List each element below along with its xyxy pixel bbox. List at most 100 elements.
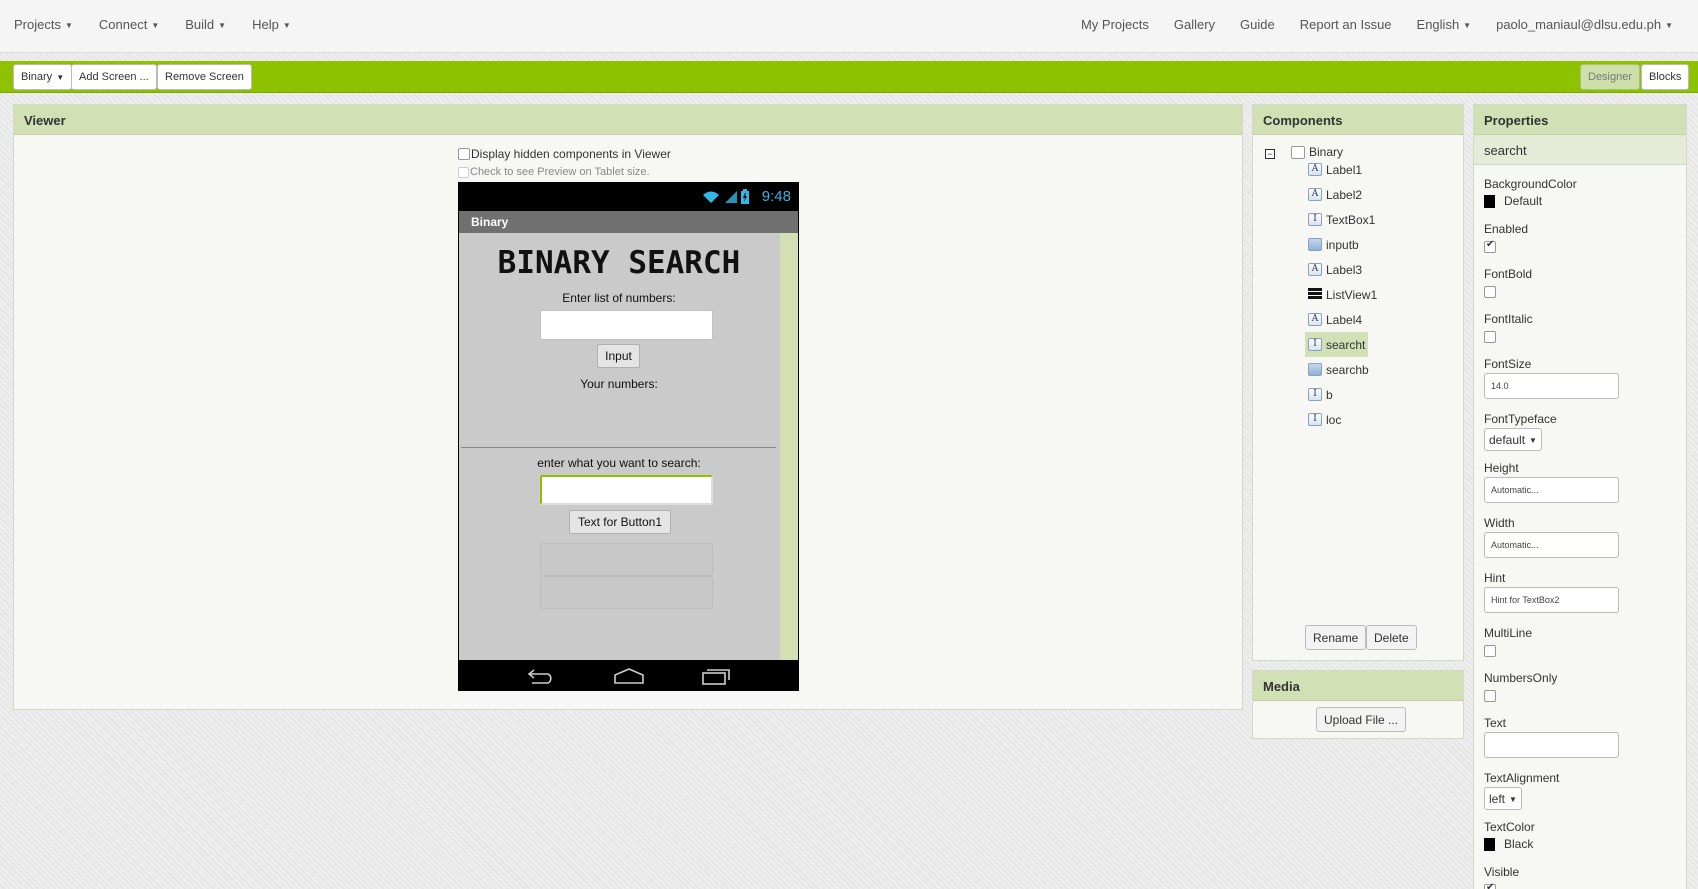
prop-fontsize-label: FontSize <box>1484 357 1532 371</box>
prop-fonttypeface-text: default <box>1489 433 1526 447</box>
add-screen-button[interactable]: Add Screen ... <box>71 64 157 90</box>
textbox-icon: I <box>1308 388 1322 401</box>
collapse-icon[interactable]: − <box>1265 149 1275 159</box>
designer-button[interactable]: Designer <box>1580 64 1641 90</box>
tree-item-label4[interactable]: A Label4 <box>1305 307 1365 332</box>
prop-backgroundcolor-text: Default <box>1504 194 1543 208</box>
tree-item-label2[interactable]: A Label2 <box>1305 182 1365 207</box>
label-icon: A <box>1308 313 1322 326</box>
home-icon <box>614 668 644 684</box>
enter-list-label[interactable]: Enter list of numbers: <box>459 291 779 305</box>
prop-fontitalic-checkbox[interactable] <box>1484 331 1496 343</box>
gallery-link[interactable]: Gallery <box>1174 17 1215 32</box>
tree-item-label: searchb <box>1326 362 1369 377</box>
prop-width-input[interactable]: Automatic... <box>1484 532 1619 558</box>
button-icon <box>1308 238 1322 251</box>
phone-clock: 9:48 <box>761 188 791 205</box>
tablet-preview-checkbox[interactable] <box>458 166 469 178</box>
phone-nav-bar <box>458 660 799 691</box>
prop-visible-label: Visible <box>1484 865 1520 879</box>
tree-item-searcht[interactable]: Isearcht <box>1305 332 1369 357</box>
user-email: paolo_maniaul@dlsu.edu.ph <box>1496 17 1662 32</box>
hidden-textbox-b[interactable] <box>540 543 713 576</box>
tree-item-loc[interactable]: Iloc <box>1305 407 1344 432</box>
prop-fontsize-input[interactable]: 14.0 <box>1484 373 1619 399</box>
tree-item-listview1[interactable]: ListView1 <box>1305 282 1380 307</box>
tree-item-label1[interactable]: A Label1 <box>1305 157 1365 182</box>
tree-item-label: Label1 <box>1326 162 1363 177</box>
display-hidden-label: Display hidden components in Viewer <box>471 147 671 161</box>
search-textbox[interactable] <box>540 475 713 505</box>
report-issue-link[interactable]: Report an Issue <box>1300 17 1392 32</box>
list-textbox[interactable] <box>540 310 713 340</box>
phone-preview: 9:48 Binary BINARY SEARCH Enter list of … <box>458 182 799 691</box>
properties-title: Properties <box>1474 105 1686 135</box>
search-button[interactable]: Text for Button1 <box>569 510 671 534</box>
language-menu[interactable]: English ▼ <box>1417 17 1472 32</box>
tree-item-textbox1[interactable]: I TextBox1 <box>1305 207 1378 232</box>
tree-item-label: Label4 <box>1326 312 1363 327</box>
viewer-title: Viewer <box>14 105 1242 135</box>
selected-component-name: searcht <box>1474 135 1686 165</box>
prop-enabled-checkbox[interactable] <box>1484 239 1496 253</box>
textbox-icon: I <box>1308 213 1322 226</box>
label-icon: A <box>1308 263 1322 276</box>
user-menu[interactable]: paolo_maniaul@dlsu.edu.ph ▼ <box>1496 17 1673 32</box>
prop-textalignment-text: left <box>1489 792 1506 806</box>
tree-item-label: Label3 <box>1326 262 1363 277</box>
upload-file-button[interactable]: Upload File ... <box>1316 707 1407 732</box>
app-title-label[interactable]: BINARY SEARCH <box>459 245 779 281</box>
label-icon: A <box>1308 163 1322 176</box>
prop-fontbold-checkbox[interactable] <box>1484 286 1496 298</box>
menu-build[interactable]: Build ▼ <box>185 17 226 32</box>
menu-help[interactable]: Help ▼ <box>252 17 291 32</box>
signal-icon <box>725 191 737 203</box>
prop-height-input[interactable]: Automatic... <box>1484 477 1619 503</box>
media-panel: Media Upload File ... <box>1252 670 1464 739</box>
input-button[interactable]: Input <box>597 344 640 368</box>
media-title: Media <box>1253 671 1463 701</box>
prop-fonttypeface-dropdown[interactable]: default ▼ <box>1484 428 1542 451</box>
tree-item-searchb[interactable]: searchb <box>1305 357 1372 382</box>
menu-projects[interactable]: Projects ▼ <box>14 17 73 32</box>
caret-down-icon: ▼ <box>1529 436 1537 446</box>
prop-text-label: Text <box>1484 716 1507 730</box>
display-hidden-checkbox[interactable] <box>458 148 470 160</box>
your-numbers-label[interactable]: Your numbers: <box>459 377 779 391</box>
prop-backgroundcolor-value[interactable]: Default <box>1484 194 1542 208</box>
phone-status-bar: 9:48 <box>458 182 799 210</box>
guide-link[interactable]: Guide <box>1240 17 1275 32</box>
delete-button[interactable]: Delete <box>1366 625 1417 650</box>
prop-textalignment-dropdown[interactable]: left ▼ <box>1484 787 1522 810</box>
remove-screen-button[interactable]: Remove Screen <box>157 64 252 90</box>
prop-hint-label: Hint <box>1484 571 1506 585</box>
tree-item-b[interactable]: Ib <box>1305 382 1336 407</box>
my-projects-link[interactable]: My Projects <box>1081 17 1149 32</box>
components-panel: Components − Binary A Label1 A Label2 I Tex… <box>1252 104 1464 661</box>
prop-textcolor-value[interactable]: Black <box>1484 837 1533 851</box>
prop-text-input[interactable] <box>1484 732 1619 758</box>
tree-item-label3[interactable]: A Label3 <box>1305 257 1365 282</box>
prop-hint-input[interactable]: Hint for TextBox2 <box>1484 587 1619 613</box>
color-swatch <box>1484 194 1495 208</box>
tree-item-label: inputb <box>1326 237 1359 252</box>
tree-item-label: Label2 <box>1326 187 1363 202</box>
prop-visible-checkbox[interactable] <box>1484 882 1496 889</box>
menu-connect[interactable]: Connect ▼ <box>99 17 159 32</box>
rename-button[interactable]: Rename <box>1305 625 1367 650</box>
phone-screen: BINARY SEARCH Enter list of numbers: Inp… <box>459 233 798 660</box>
phone-screen-title: Binary <box>459 211 798 233</box>
screen-select-dropdown[interactable]: Binary ▼ <box>13 64 73 90</box>
prop-numbersonly-checkbox[interactable] <box>1484 690 1496 702</box>
tree-item-inputb[interactable]: inputb <box>1305 232 1362 257</box>
prop-textcolor-text: Black <box>1504 837 1534 851</box>
hidden-textbox-loc[interactable] <box>540 576 713 609</box>
tree-item-label: TextBox1 <box>1326 212 1376 227</box>
search-prompt-label[interactable]: enter what you want to search: <box>459 456 779 470</box>
blocks-button[interactable]: Blocks <box>1641 64 1690 90</box>
caret-down-icon: ▼ <box>151 21 160 31</box>
prop-multiline-checkbox[interactable] <box>1484 645 1496 657</box>
menu-connect-label: Connect <box>98 17 148 32</box>
phone-scrollbar[interactable] <box>780 233 798 660</box>
menu-projects-label: Projects <box>14 17 61 32</box>
